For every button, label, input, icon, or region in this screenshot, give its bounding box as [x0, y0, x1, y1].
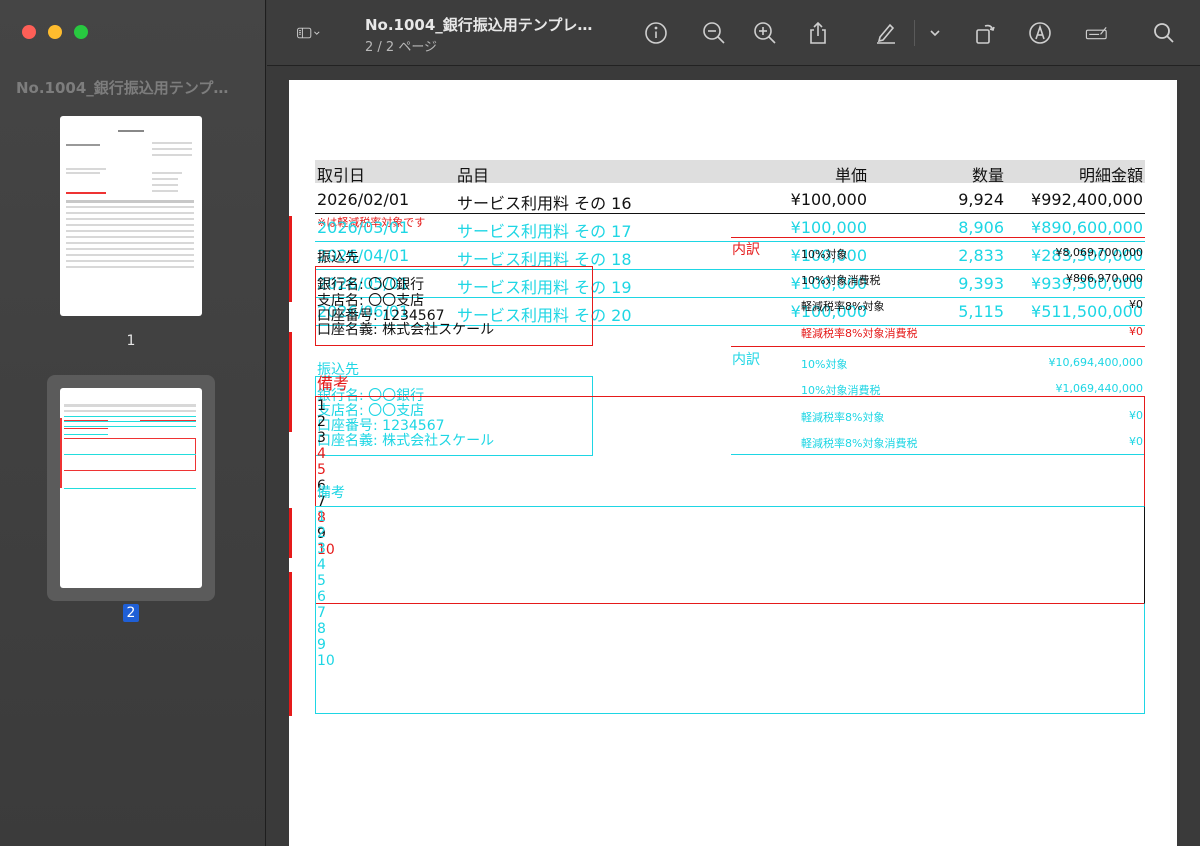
remarks-title: 備考	[317, 485, 345, 501]
cell-qty: 8,906	[958, 218, 1004, 237]
breakdown-row-value: ¥1,069,440,000	[1055, 382, 1143, 395]
close-window-button[interactable]	[22, 25, 36, 39]
remarks-line: 3	[317, 541, 326, 557]
remarks-line: 5	[317, 573, 326, 589]
cell-amount: ¥890,600,000	[1031, 218, 1143, 237]
breakdown-row-name: 10%対象	[801, 248, 848, 261]
remarks-line: 4	[317, 446, 326, 462]
zoom-out-icon[interactable]	[702, 21, 726, 45]
col-header-amount: 明細金額	[1078, 166, 1143, 185]
remarks-line: 5	[317, 462, 326, 478]
minimize-window-button[interactable]	[48, 25, 62, 39]
remarks-line: 6	[317, 589, 326, 605]
remarks-line: 2	[317, 414, 326, 430]
remarks-line: 9	[317, 637, 326, 653]
chevron-down-icon[interactable]	[923, 21, 943, 45]
cell-date: 2026/03/01	[317, 218, 410, 237]
breakdown-row-value: ¥806,970,000	[1066, 272, 1143, 285]
margin-marker	[289, 332, 292, 432]
breakdown-row-name: 10%対象消費税	[801, 274, 881, 287]
rotate-icon[interactable]	[973, 21, 997, 45]
remarks-title: 備考	[317, 374, 350, 393]
col-header-qty: 数量	[971, 166, 1004, 185]
margin-marker	[289, 572, 292, 716]
thumbnail-label-1: 1	[126, 333, 136, 349]
remarks-line: 10	[317, 653, 335, 669]
pdf-page-2: 取引日 品目 単価 数量 明細金額 2026/02/01 サービス利用料 その …	[289, 80, 1177, 846]
cell-price: ¥100,000	[790, 190, 867, 209]
margin-marker	[289, 508, 292, 558]
sidebar-document-title: No.1004_銀行振込用テンプ…	[16, 79, 229, 97]
remarks-box-edge	[315, 506, 1145, 604]
toolbar: No.1004_銀行振込用テンプレ… 2 / 2 ページ	[267, 0, 1200, 66]
page-thumbnail-2[interactable]	[60, 388, 202, 588]
cell-date: 2026/02/01	[317, 190, 410, 209]
remarks-line: 7	[317, 605, 326, 621]
highlight-pen-icon[interactable]	[874, 21, 898, 45]
zoom-window-button[interactable]	[74, 25, 88, 39]
cell-item: サービス利用料 その 17	[457, 222, 632, 241]
cell-item: サービス利用料 その 16	[457, 194, 632, 213]
toolbar-divider	[914, 20, 915, 46]
remarks-line: 1	[317, 509, 326, 525]
breakdown-bottom-rule	[731, 346, 1145, 347]
page-thumbnail-1[interactable]	[60, 116, 202, 316]
thumbnail-label-2: 2	[123, 604, 139, 622]
breakdown-row-value: ¥0	[1129, 298, 1143, 311]
search-icon[interactable]	[1152, 21, 1176, 45]
remarks-line: 3	[317, 430, 326, 446]
breakdown-row-name: 軽減税率8%対象消費税	[801, 327, 918, 340]
table-bottom-rule	[315, 213, 1145, 214]
document-view[interactable]: 取引日 品目 単価 数量 明細金額 2026/02/01 サービス利用料 その …	[267, 67, 1200, 846]
remarks-line: 8	[317, 621, 326, 637]
remarks-line: 2	[317, 525, 326, 541]
breakdown-row-value: ¥8,069,700,000	[1055, 246, 1143, 259]
remarks-line: 1	[317, 398, 326, 414]
cell-price: ¥100,000	[790, 218, 867, 237]
col-header-price: 単価	[834, 166, 867, 185]
sidebar-toggle-icon[interactable]	[297, 21, 337, 45]
col-header-date: 取引日	[317, 166, 366, 185]
breakdown-label: 内訳	[732, 352, 760, 368]
breakdown-row-value: ¥0	[1129, 325, 1143, 338]
remarks-line: 4	[317, 557, 326, 573]
breakdown-row-name: 10%対象	[801, 358, 848, 371]
row-rule	[315, 241, 1145, 242]
margin-marker	[289, 216, 292, 302]
signature-form-icon[interactable]	[1085, 21, 1119, 45]
cell-qty: 9,924	[958, 190, 1004, 209]
breakdown-row-value: ¥10,694,400,000	[1048, 356, 1143, 369]
page-indicator: 2 / 2 ページ	[365, 40, 438, 55]
breakdown-label: 内訳	[732, 242, 760, 258]
thumbnail-sidebar: No.1004_銀行振込用テンプ… 1 2	[0, 0, 266, 846]
document-title: No.1004_銀行振込用テンプレ…	[365, 16, 593, 34]
bank-line: 口座名義: 株式会社スケール	[317, 322, 495, 338]
markup-icon[interactable]	[1028, 21, 1052, 45]
breakdown-row-name: 軽減税率8%対象	[801, 300, 885, 313]
breakdown-top-rule	[731, 237, 1145, 238]
col-header-item: 品目	[457, 166, 490, 185]
share-icon[interactable]	[806, 21, 830, 45]
cell-amount: ¥992,400,000	[1031, 190, 1143, 209]
info-icon[interactable]	[644, 21, 668, 45]
zoom-in-icon[interactable]	[753, 21, 777, 45]
bank-section-title: 振込先	[317, 250, 359, 266]
